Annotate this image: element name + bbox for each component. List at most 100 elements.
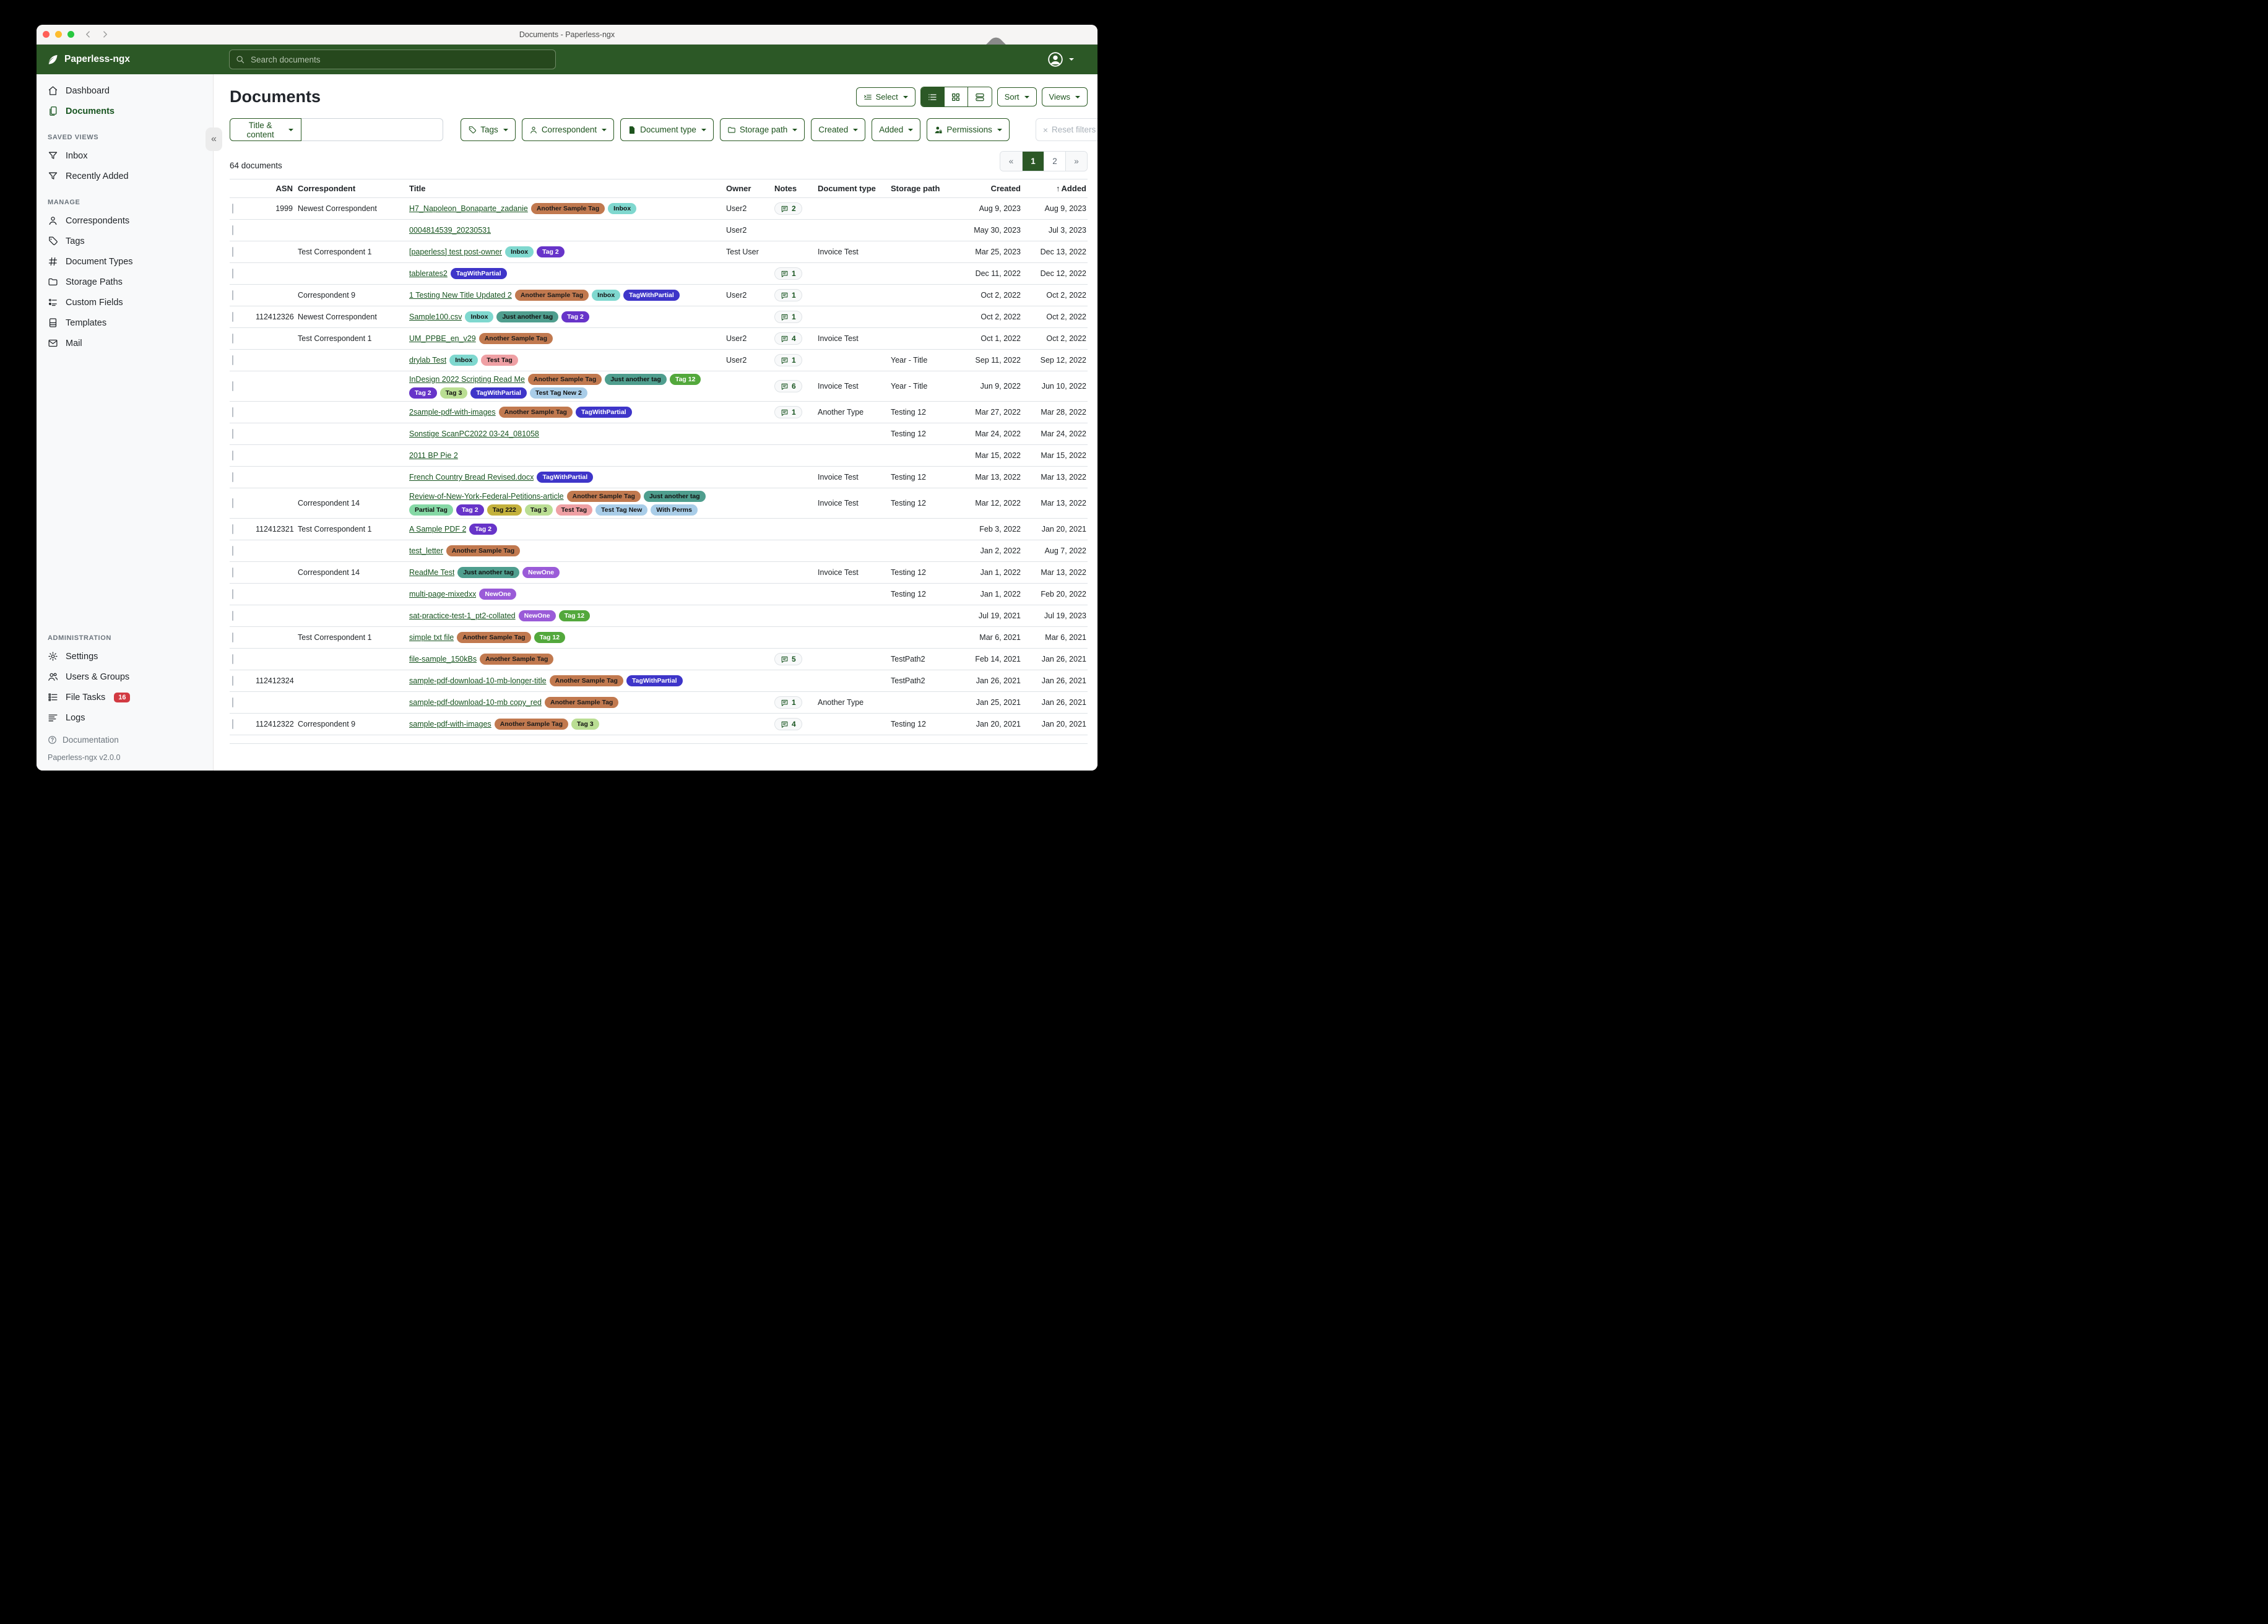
- row-checkbox[interactable]: [232, 498, 233, 508]
- sidebar-item-documents[interactable]: Documents: [37, 101, 213, 121]
- tag-pill[interactable]: NewOne: [519, 610, 556, 621]
- cell-document-type[interactable]: Invoice Test: [818, 248, 887, 256]
- sidebar-item-dashboard[interactable]: Dashboard: [37, 80, 213, 101]
- sidebar-item-document-types[interactable]: Document Types: [37, 251, 213, 272]
- tag-pill[interactable]: TagWithPartial: [576, 407, 632, 418]
- reset-filters-button[interactable]: × Reset filters: [1036, 118, 1097, 141]
- tag-pill[interactable]: Tag 2: [409, 387, 437, 399]
- row-checkbox[interactable]: [232, 524, 233, 534]
- sidebar-item-users-groups[interactable]: Users & Groups: [37, 667, 213, 687]
- sidebar-item-documentation[interactable]: Documentation: [48, 732, 202, 748]
- tag-pill[interactable]: NewOne: [522, 567, 560, 578]
- zoom-window-button[interactable]: [67, 31, 74, 38]
- document-title-link[interactable]: file-sample_150kBs: [409, 655, 477, 663]
- tag-pill[interactable]: Just another tag: [644, 491, 706, 502]
- cell-correspondent[interactable]: Test Correspondent 1: [298, 248, 405, 256]
- notes-badge[interactable]: 1: [774, 267, 802, 280]
- row-checkbox[interactable]: [232, 204, 233, 214]
- notes-badge[interactable]: 1: [774, 406, 802, 418]
- document-title-link[interactable]: sat-practice-test-1_pt2-collated: [409, 611, 516, 620]
- cell-document-type[interactable]: Invoice Test: [818, 499, 887, 508]
- cell-storage-path[interactable]: Testing 12: [891, 430, 953, 438]
- tag-pill[interactable]: Tag 12: [534, 632, 565, 643]
- sidebar-item-templates[interactable]: Templates: [37, 313, 213, 333]
- column-header-created[interactable]: Created: [956, 184, 1021, 193]
- sidebar-item-correspondents[interactable]: Correspondents: [37, 210, 213, 231]
- document-title-link[interactable]: French Country Bread Revised.docx: [409, 473, 534, 482]
- document-title-link[interactable]: InDesign 2022 Scripting Read Me: [409, 375, 525, 384]
- notes-badge[interactable]: 1: [774, 289, 802, 301]
- cell-correspondent[interactable]: Newest Correspondent: [298, 313, 405, 321]
- tag-pill[interactable]: Tag 3: [525, 504, 553, 516]
- document-title-link[interactable]: [paperless] test post-owner: [409, 248, 502, 256]
- notes-badge[interactable]: 1: [774, 311, 802, 323]
- tag-pill[interactable]: TagWithPartial: [623, 290, 680, 301]
- tag-pill[interactable]: Test Tag: [556, 504, 593, 516]
- cell-document-type[interactable]: Invoice Test: [818, 473, 887, 482]
- view-detail-button[interactable]: [968, 87, 992, 106]
- tag-pill[interactable]: Another Sample Tag: [528, 374, 602, 385]
- cell-storage-path[interactable]: Year - Title: [891, 356, 953, 365]
- tag-pill[interactable]: Just another tag: [496, 311, 558, 322]
- tag-pill[interactable]: Inbox: [465, 311, 493, 322]
- tag-pill[interactable]: Test Tag: [481, 355, 518, 366]
- tag-pill[interactable]: NewOne: [479, 589, 516, 600]
- notes-badge[interactable]: 1: [774, 354, 802, 366]
- pagination-next-button[interactable]: »: [1065, 152, 1087, 171]
- cell-storage-path[interactable]: TestPath2: [891, 676, 953, 685]
- sidebar-item-tags[interactable]: Tags: [37, 231, 213, 251]
- tag-pill[interactable]: Another Sample Tag: [545, 697, 618, 708]
- tag-pill[interactable]: Inbox: [449, 355, 478, 366]
- filter-correspondent-button[interactable]: Correspondent: [522, 118, 614, 141]
- row-checkbox[interactable]: [232, 698, 233, 707]
- document-title-link[interactable]: A Sample PDF 2: [409, 525, 466, 533]
- notes-badge[interactable]: 5: [774, 653, 802, 665]
- pagination-page-1[interactable]: 1: [1022, 152, 1044, 171]
- tag-pill[interactable]: Another Sample Tag: [499, 407, 573, 418]
- tag-pill[interactable]: TagWithPartial: [470, 387, 527, 399]
- document-title-link[interactable]: 2011 BP Pie 2: [409, 451, 458, 460]
- tag-pill[interactable]: Another Sample Tag: [515, 290, 589, 301]
- cell-document-type[interactable]: Another Type: [818, 408, 887, 417]
- views-button[interactable]: Views: [1042, 87, 1088, 106]
- tag-pill[interactable]: Tag 2: [469, 524, 497, 535]
- sort-button[interactable]: Sort: [997, 87, 1037, 106]
- view-list-button[interactable]: [921, 87, 945, 106]
- cell-correspondent[interactable]: Test Correspondent 1: [298, 334, 405, 343]
- sidebar-item-recently-added[interactable]: Recently Added: [37, 166, 213, 186]
- row-checkbox[interactable]: [232, 451, 233, 460]
- cell-storage-path[interactable]: Testing 12: [891, 408, 953, 417]
- tag-pill[interactable]: Partial Tag: [409, 504, 453, 516]
- notes-badge[interactable]: 4: [774, 718, 802, 730]
- sidebar-item-mail[interactable]: Mail: [37, 333, 213, 353]
- row-checkbox[interactable]: [232, 633, 233, 642]
- filter-tags-button[interactable]: Tags: [461, 118, 516, 141]
- close-window-button[interactable]: [43, 31, 50, 38]
- column-header-owner[interactable]: Owner: [726, 184, 771, 193]
- row-checkbox[interactable]: [232, 247, 233, 257]
- tag-pill[interactable]: Test Tag New: [595, 504, 647, 516]
- minimize-window-button[interactable]: [55, 31, 62, 38]
- sidebar-item-settings[interactable]: Settings: [37, 646, 213, 667]
- row-checkbox[interactable]: [232, 676, 233, 686]
- document-title-link[interactable]: H7_Napoleon_Bonaparte_zadanie: [409, 204, 528, 213]
- tag-pill[interactable]: TagWithPartial: [537, 472, 593, 483]
- tag-pill[interactable]: Another Sample Tag: [550, 675, 623, 686]
- title-content-input[interactable]: [301, 118, 443, 141]
- row-checkbox[interactable]: [232, 719, 233, 729]
- row-checkbox[interactable]: [232, 472, 233, 482]
- cell-storage-path[interactable]: Testing 12: [891, 499, 953, 508]
- tag-pill[interactable]: Another Sample Tag: [495, 719, 568, 730]
- tag-pill[interactable]: Another Sample Tag: [480, 654, 553, 665]
- filter-created-button[interactable]: Created: [811, 118, 865, 141]
- search-input[interactable]: [249, 54, 549, 65]
- document-title-link[interactable]: ReadMe Test: [409, 568, 454, 577]
- tag-pill[interactable]: Tag 3: [571, 719, 599, 730]
- tag-pill[interactable]: Test Tag New 2: [530, 387, 587, 399]
- row-checkbox[interactable]: [232, 611, 233, 621]
- tag-pill[interactable]: Tag 3: [440, 387, 468, 399]
- sidebar-item-storage-paths[interactable]: Storage Paths: [37, 272, 213, 292]
- tag-pill[interactable]: Tag 12: [670, 374, 701, 385]
- document-title-link[interactable]: Review-of-New-York-Federal-Petitions-art…: [409, 492, 564, 501]
- pagination-page-2[interactable]: 2: [1044, 152, 1065, 171]
